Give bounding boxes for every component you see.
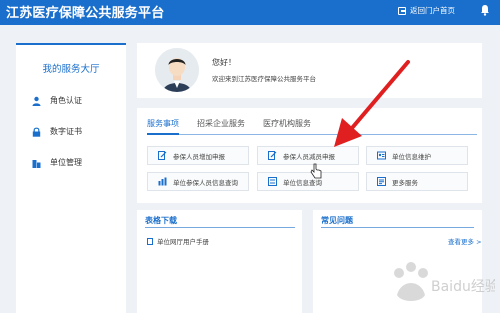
greeting-text: 您好！ bbox=[212, 58, 236, 67]
service-label: 参保人员减员申报 bbox=[283, 152, 335, 161]
sidebar-item-label: 角色认证 bbox=[50, 96, 82, 105]
user-icon bbox=[32, 96, 41, 106]
service-label: 单位信息维护 bbox=[392, 152, 431, 161]
document-icon bbox=[147, 237, 153, 245]
tabs-divider bbox=[147, 134, 477, 135]
download-item-label: 单位网厅用户手册 bbox=[157, 238, 209, 246]
person-avatar-icon bbox=[155, 48, 199, 92]
faq-divider bbox=[321, 227, 474, 228]
id-card-icon bbox=[377, 151, 386, 160]
return-portal-label: 返回门户首页 bbox=[410, 6, 455, 15]
download-item[interactable]: 单位网厅用户手册 bbox=[147, 236, 209, 246]
service-unit-info-query-button[interactable]: 单位信息查询 bbox=[257, 172, 359, 191]
tab-service-items[interactable]: 服务事项 bbox=[147, 118, 179, 135]
sidebar-title: 我的服务大厅 bbox=[42, 64, 100, 75]
lock-icon bbox=[32, 127, 41, 137]
edit-doc-icon bbox=[158, 151, 167, 160]
exit-icon bbox=[398, 6, 406, 15]
sidebar: 我的服务大厅 角色认证 数字证书 单位管理 bbox=[16, 43, 126, 313]
service-reduce-insured-button[interactable]: 参保人员减员申报 bbox=[257, 146, 359, 165]
return-portal-link[interactable]: 返回门户首页 bbox=[398, 5, 455, 16]
list-icon bbox=[377, 177, 386, 186]
sidebar-item-label: 单位管理 bbox=[50, 158, 82, 167]
downloads-card: 表格下载 单位网厅用户手册 bbox=[137, 210, 302, 313]
view-more-link[interactable]: 查看更多 > bbox=[448, 236, 482, 246]
sidebar-item-unit-management[interactable]: 单位管理 bbox=[32, 157, 82, 168]
tab-medical-institution-services[interactable]: 医疗机构服务 bbox=[263, 118, 311, 135]
avatar bbox=[155, 48, 199, 92]
service-add-insured-button[interactable]: 参保人员增加申报 bbox=[147, 146, 249, 165]
downloads-divider bbox=[145, 227, 295, 228]
swap-icon bbox=[268, 177, 277, 186]
downloads-title: 表格下载 bbox=[145, 216, 177, 225]
building-icon bbox=[32, 159, 41, 168]
sidebar-item-role-auth[interactable]: 角色认证 bbox=[32, 95, 82, 106]
service-label: 参保人员增加申报 bbox=[173, 152, 225, 161]
service-unit-info-maintenance-button[interactable]: 单位信息维护 bbox=[366, 146, 468, 165]
service-label: 更多服务 bbox=[392, 178, 418, 187]
app-title: 江苏医疗保障公共服务平台 bbox=[6, 6, 165, 21]
profile-card: 您好！ 欢迎来到江苏医疗保障公共服务平台 bbox=[137, 43, 482, 98]
top-navigation-bar: 江苏医疗保障公共服务平台 返回门户首页 bbox=[0, 0, 500, 25]
hand-cursor-icon bbox=[310, 163, 322, 179]
edit-doc-icon bbox=[268, 151, 277, 160]
faq-title: 常见问题 bbox=[321, 216, 353, 225]
faq-card: 常见问题 查看更多 > bbox=[313, 210, 482, 313]
welcome-text: 欢迎来到江苏医疗保障公共服务平台 bbox=[212, 75, 316, 83]
sidebar-item-digital-cert[interactable]: 数字证书 bbox=[32, 126, 82, 137]
service-tabs: 服务事项 招采企业服务 医疗机构服务 bbox=[147, 118, 311, 135]
service-label: 单位参保人员信息查询 bbox=[173, 178, 238, 187]
chart-icon bbox=[158, 177, 167, 186]
bell-icon[interactable] bbox=[480, 4, 490, 16]
service-more-button[interactable]: 更多服务 bbox=[366, 172, 468, 191]
tab-procurement-services[interactable]: 招采企业服务 bbox=[197, 118, 245, 135]
service-unit-insured-query-button[interactable]: 单位参保人员信息查询 bbox=[147, 172, 249, 191]
sidebar-item-label: 数字证书 bbox=[50, 127, 82, 136]
services-card: 服务事项 招采企业服务 医疗机构服务 参保人员增加申报 参保人员减员申报 单位信… bbox=[137, 108, 482, 203]
